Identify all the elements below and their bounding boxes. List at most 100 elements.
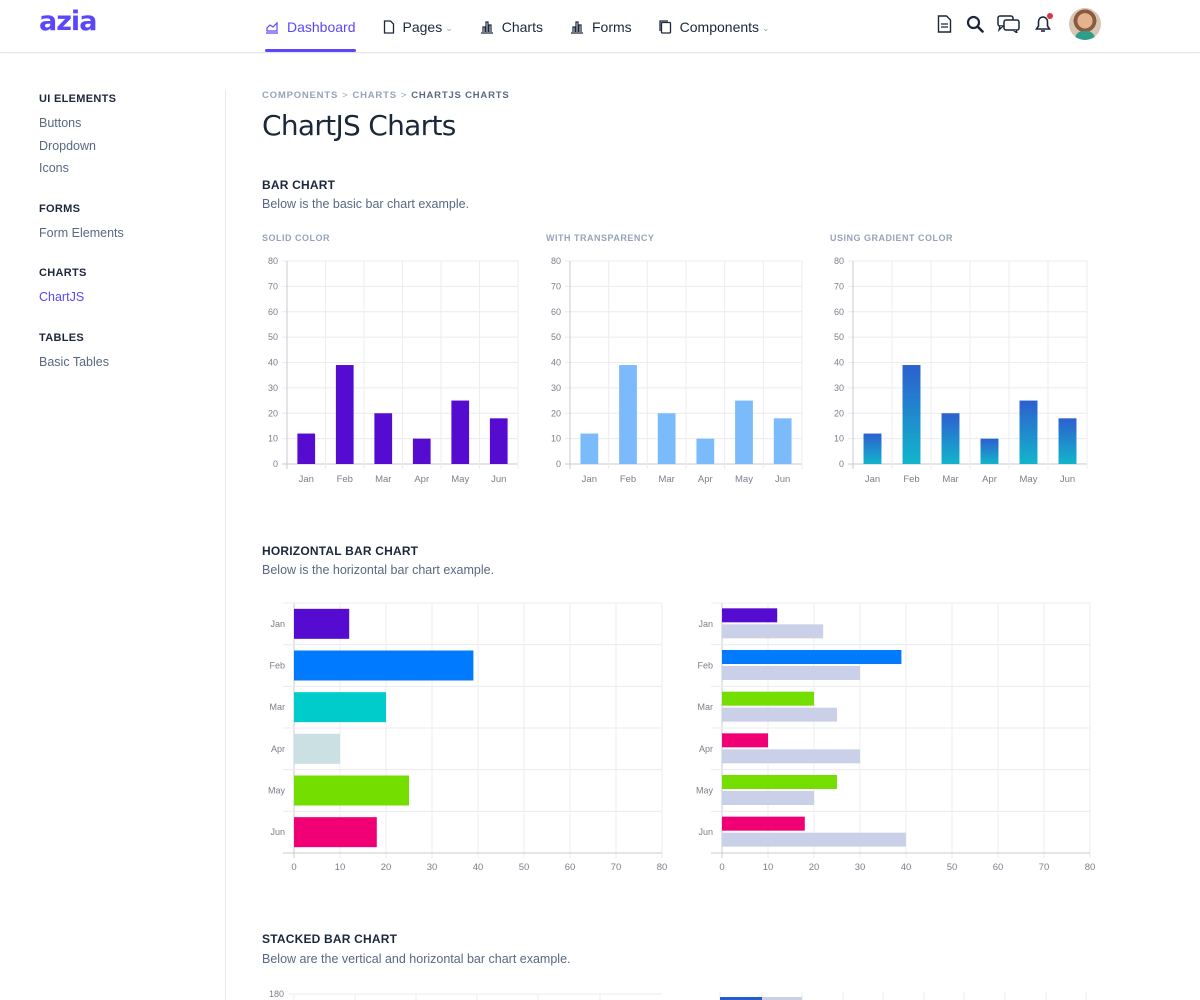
y-tick-label: 70 — [268, 281, 278, 291]
sidebar-group-title: UI ELEMENTS — [39, 93, 117, 105]
section-desc-stacked: Below are the vertical and horizontal ba… — [262, 952, 571, 966]
header-actions — [935, 8, 1101, 40]
x-tick-label: Feb — [903, 474, 919, 485]
bar-mar-series-1 — [722, 691, 814, 706]
bar-apr — [294, 733, 340, 764]
x-tick-label: 70 — [611, 862, 622, 873]
nav-charts[interactable]: Charts — [480, 0, 543, 53]
section-title-bar: BAR CHART — [262, 178, 336, 192]
y-tick-label: 60 — [834, 307, 844, 317]
bar-mar — [657, 413, 676, 464]
breadcrumb: COMPONENTS > CHARTS > CHARTJS CHARTS — [262, 90, 1162, 104]
bar-apr-series-2 — [722, 749, 860, 764]
sidebar-group-tables: TABLES Basic Tables — [39, 332, 225, 376]
chart-label-transparency: WITH TRANSPARENCY — [546, 233, 655, 243]
x-tick-label: 40 — [901, 862, 912, 873]
x-tick-label: 20 — [809, 862, 820, 873]
x-tick-label: 80 — [657, 862, 668, 873]
y-tick-label: 0 — [273, 459, 278, 469]
chevron-down-icon: ⌄ — [762, 22, 770, 33]
nav-pages-label: Pages — [402, 18, 443, 35]
bar-chart-gradient: 0 10 20 30 40 50 60 70 80 Jan Feb Mar Apr May Jun — [834, 256, 1088, 485]
chart-label-solid: SOLID COLOR — [262, 233, 330, 243]
top-header: azia Dashboard Pages ⌄ Charts Forms Comp… — [0, 0, 1200, 53]
x-tick-label: 30 — [855, 862, 866, 873]
bar-mar-series-2 — [722, 707, 837, 722]
file-text-icon[interactable] — [935, 15, 953, 33]
y-tick-label: 40 — [834, 358, 844, 368]
nav-pages[interactable]: Pages ⌄ — [383, 0, 453, 53]
x-tick-label: Jun — [491, 474, 506, 485]
y-tick-label: 20 — [268, 408, 278, 418]
search-icon[interactable] — [966, 15, 984, 33]
sidebar: UI ELEMENTS Buttons Dropdown Icons FORMS… — [39, 90, 225, 396]
bar-may — [294, 775, 409, 806]
nav-dashboard[interactable]: Dashboard — [265, 0, 356, 53]
nav-components-label: Components — [679, 18, 760, 35]
bar-jun-series-2 — [722, 832, 906, 847]
sidebar-item-basic-tables[interactable]: Basic Tables — [39, 353, 225, 376]
section-title-stacked: STACKED BAR CHART — [262, 932, 398, 946]
avatar[interactable] — [1069, 8, 1101, 40]
nav-components[interactable]: Components ⌄ — [659, 0, 770, 53]
sidebar-group-forms: FORMS Form Elements — [39, 203, 225, 247]
y-tick-label: 30 — [834, 383, 844, 393]
bar-jun — [773, 418, 792, 464]
y-tick-label: Feb — [697, 661, 713, 671]
bar-feb — [619, 365, 637, 464]
y-tick-label: 80 — [268, 256, 278, 266]
breadcrumb-item[interactable]: COMPONENTS — [262, 90, 338, 101]
x-tick-label: Apr — [414, 474, 429, 485]
bar-jan-series-1 — [722, 608, 778, 623]
section-desc-bar: Below is the basic bar chart example. — [262, 197, 470, 211]
x-tick-label: 60 — [565, 862, 576, 873]
sidebar-item-icons[interactable]: Icons — [39, 159, 225, 182]
nav-forms-label: Forms — [591, 18, 632, 35]
bar-feb — [335, 365, 354, 464]
y-tick-label: 30 — [268, 383, 278, 393]
x-tick-label: Apr — [982, 474, 997, 485]
x-tick-label: 50 — [519, 862, 530, 873]
bar-may-series-2 — [722, 791, 814, 805]
bar-feb — [294, 650, 474, 681]
sidebar-group-charts: CHARTS ChartJS — [39, 267, 225, 311]
y-tick-label: 20 — [834, 408, 844, 418]
stacked-bar-chart-partial: 180 — [269, 989, 1087, 1000]
bar-jan — [297, 433, 316, 464]
bar-may-series-1 — [722, 775, 837, 789]
logo[interactable]: azia — [39, 6, 97, 37]
y-tick-label: 0 — [839, 459, 844, 469]
breadcrumb-current: CHARTJS CHARTS — [411, 90, 510, 101]
x-tick-label: 60 — [993, 862, 1004, 873]
sidebar-item-dropdown[interactable]: Dropdown — [39, 137, 225, 160]
bar-may — [1019, 400, 1038, 464]
bar-chart-transparency: 0 10 20 30 40 50 60 70 80 Jan Feb Mar Apr May Jun — [551, 256, 803, 485]
bar-feb-series-2 — [722, 666, 860, 680]
chat-icon[interactable] — [997, 15, 1021, 33]
breadcrumb-separator: > — [342, 90, 349, 101]
y-tick-label: Apr — [699, 744, 713, 754]
bell-icon[interactable] — [1034, 13, 1053, 33]
sidebar-item-buttons[interactable]: Buttons — [39, 114, 225, 137]
bar-mar — [374, 413, 393, 464]
x-tick-label: Mar — [658, 474, 674, 485]
bar-jun — [1058, 418, 1077, 464]
nav-charts-label: Charts — [501, 18, 543, 35]
x-tick-label: Jun — [775, 474, 790, 485]
y-tick-label: Apr — [271, 744, 285, 754]
bar-jun-series-1 — [722, 816, 805, 831]
nav-forms[interactable]: Forms — [570, 0, 632, 53]
x-tick-label: Jan — [865, 474, 880, 485]
y-tick-label: 30 — [551, 383, 561, 393]
sidebar-item-chartjs[interactable]: ChartJS — [39, 288, 225, 311]
x-tick-label: 10 — [335, 862, 346, 873]
bar-feb — [902, 365, 921, 464]
chart-label-gradient: USING GRADIENT COLOR — [830, 233, 954, 243]
section-title-horizontal: HORIZONTAL BAR CHART — [262, 544, 419, 558]
y-tick-label: May — [696, 786, 714, 796]
page-title: ChartJS Charts — [262, 109, 456, 142]
breadcrumb-item[interactable]: CHARTS — [352, 90, 396, 101]
sidebar-item-form-elements[interactable]: Form Elements — [39, 224, 225, 247]
y-tick-label: 60 — [268, 307, 278, 317]
horizontal-bar-chart: 0 10 20 30 40 50 60 70 80 Jan Feb Mar Apr May Jun — [268, 602, 668, 873]
